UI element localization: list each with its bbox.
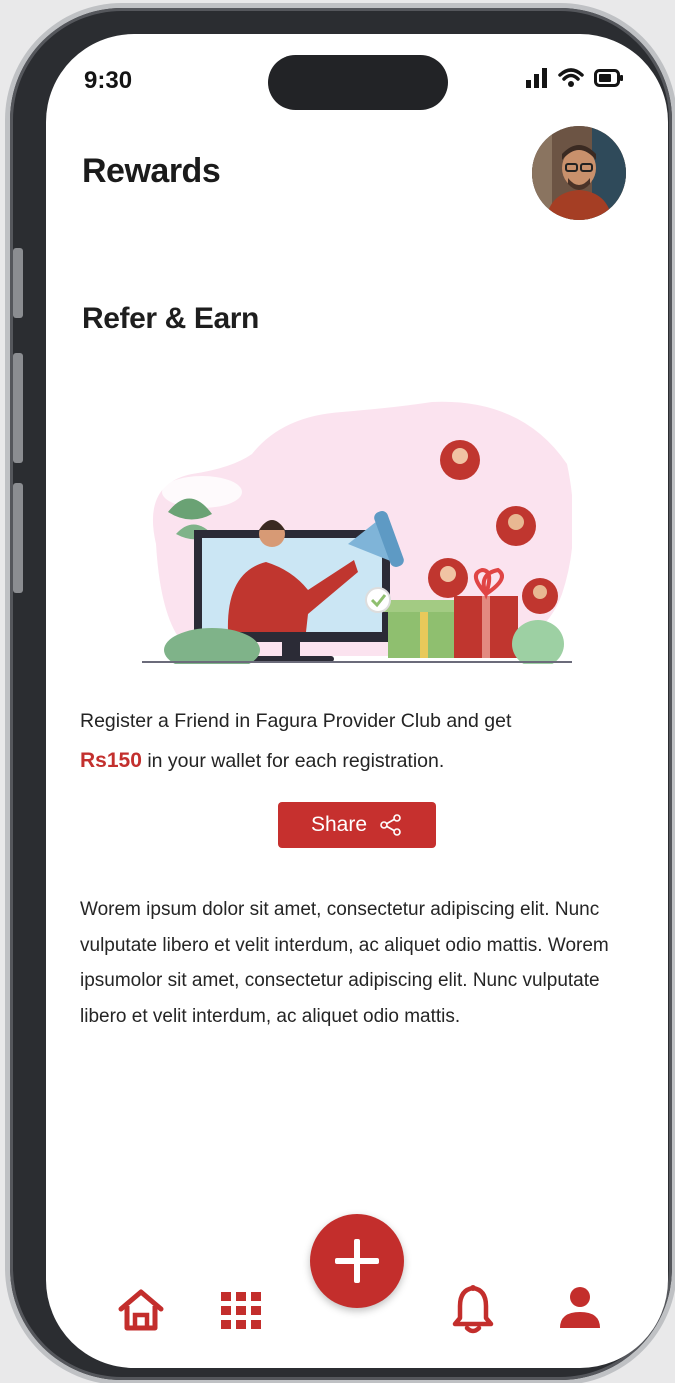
- status-time: 9:30: [84, 67, 133, 94]
- silent-switch: [13, 248, 23, 318]
- page-title: Rewards: [82, 152, 221, 190]
- referral-description-line2: Rs150 in your wallet for each registrati…: [80, 741, 640, 781]
- wifi-icon: [558, 68, 584, 87]
- add-button[interactable]: [310, 1214, 404, 1308]
- avatar-photo: [532, 126, 626, 220]
- share-button-label: Share: [310, 813, 368, 836]
- profile-icon[interactable]: [558, 1286, 602, 1330]
- referral-description: Register a Friend in Fagura Provider Clu…: [80, 702, 640, 781]
- grid-icon[interactable]: [220, 1291, 262, 1331]
- plus-icon: [335, 1239, 379, 1283]
- volume-down-button: [13, 483, 23, 593]
- referral-description-suffix: in your wallet for each registration.: [147, 750, 445, 772]
- phone-frame: 9:30 Rewards Refer & Earn Register a Fri…: [10, 8, 672, 1380]
- signal-icon: [526, 68, 547, 88]
- referral-description-line1: Register a Friend in Fagura Provider Clu…: [80, 710, 512, 732]
- dynamic-island: [268, 55, 448, 110]
- body-text: Worem ipsum dolor sit amet, consectetur …: [80, 899, 609, 1027]
- avatar[interactable]: [532, 126, 626, 220]
- share-icon: [380, 814, 401, 836]
- home-icon[interactable]: [116, 1288, 166, 1332]
- screen: 9:30 Rewards Refer & Earn Register a Fri…: [46, 34, 668, 1368]
- status-icons: [526, 68, 624, 88]
- battery-icon: [594, 69, 623, 87]
- refer-illustration: [142, 401, 572, 664]
- reward-amount: Rs150: [80, 749, 142, 772]
- bell-icon[interactable]: [452, 1284, 494, 1334]
- volume-up-button: [13, 353, 23, 463]
- share-button[interactable]: Share: [278, 802, 436, 848]
- refer-earn-title: Refer & Earn: [82, 302, 259, 335]
